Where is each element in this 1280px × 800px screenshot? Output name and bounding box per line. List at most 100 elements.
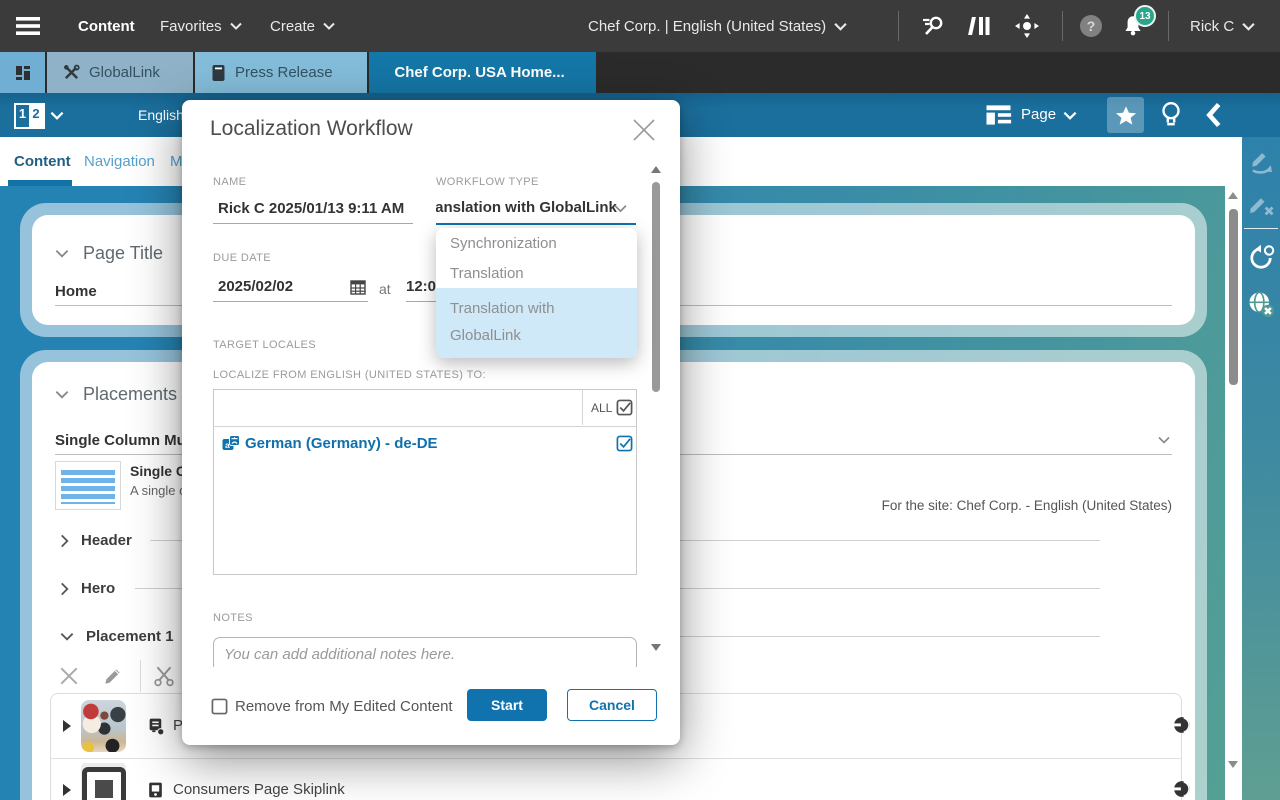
tab-navigation[interactable]: Navigation [84, 137, 155, 186]
section-placement-1[interactable]: Placement 1 [60, 628, 174, 645]
search-icon [920, 14, 946, 38]
lightbulb-icon[interactable] [1158, 100, 1184, 130]
chevron-right-icon [60, 534, 69, 548]
right-action-sidebar [1242, 137, 1280, 800]
divider [1168, 11, 1169, 41]
workflow-type-dropdown: Synchronization Translation Translation … [436, 228, 637, 358]
name-value[interactable]: Rick C 2025/01/13 9:11 AM [218, 200, 404, 217]
divider [140, 660, 141, 692]
main-scrollbar[interactable] [1225, 137, 1242, 800]
modal-close-icon[interactable] [630, 116, 658, 144]
due-date-value[interactable]: 2025/02/02 [218, 278, 293, 295]
help-icon: ? [1080, 15, 1102, 37]
scroll-down-arrow[interactable] [1228, 761, 1238, 768]
at-label: at [379, 281, 391, 297]
calendar-icon[interactable] [350, 279, 366, 295]
modal-scroll-down[interactable] [651, 644, 661, 651]
start-button[interactable]: Start [467, 689, 547, 721]
hamburger-menu-button[interactable] [16, 0, 40, 52]
chip-left: 1 [16, 105, 29, 127]
placements-section-header[interactable]: Placements [55, 384, 177, 405]
screen: Content Favorites Create Chef Corp. | En… [0, 0, 1280, 800]
edit-discard-icon[interactable] [1246, 189, 1276, 219]
tab-chef-corp-home[interactable]: Chef Corp. USA Home... [369, 52, 596, 93]
sync-icon[interactable] [1246, 243, 1276, 273]
component-label: Consumers Page Skiplink [173, 781, 345, 798]
page-title-section-header[interactable]: Page Title [55, 243, 163, 264]
translate-icon: a [222, 435, 240, 453]
layout-thumb-desc: A single c [130, 483, 186, 498]
edit-pencil-icon[interactable] [102, 665, 124, 687]
option-translation[interactable]: Translation [436, 258, 637, 288]
nav-favorites[interactable]: Favorites [160, 0, 242, 52]
dashboard-icon [14, 64, 32, 82]
layout-select-value[interactable]: Single Column Mul [55, 432, 190, 449]
workflow-type-select[interactable]: Translation with GlobalLink [436, 192, 636, 225]
option-translation-with-globallink[interactable]: Translation with GlobalLink [436, 288, 637, 358]
expand-row-icon[interactable] [63, 784, 71, 796]
site-selector[interactable]: Chef Corp. | English (United States) [588, 0, 847, 52]
due-date-label: DUE DATE [213, 252, 271, 264]
notes-textarea[interactable] [213, 637, 637, 667]
section-hero[interactable]: Hero [60, 580, 115, 597]
locale-checkbox-checked[interactable] [616, 435, 633, 452]
page-view-label[interactable]: Page [1021, 106, 1056, 123]
section-header[interactable]: Header [60, 532, 132, 549]
tab-globallink[interactable]: GlobalLink [47, 52, 193, 93]
component-thumbnail-box [81, 763, 126, 800]
modal-scrollbar-thumb[interactable] [652, 182, 660, 392]
field-underline [213, 301, 368, 302]
help-button[interactable]: ? [1080, 0, 1102, 52]
library-button[interactable] [968, 0, 992, 52]
chevron-down-icon [55, 390, 69, 399]
remove-locale-globe-icon[interactable] [1246, 289, 1276, 319]
cut-scissors-icon[interactable] [152, 664, 176, 688]
remove-checkbox-label[interactable]: Remove from My Edited Content [235, 698, 453, 715]
chevron-down-icon[interactable] [50, 111, 64, 120]
chevron-down-icon[interactable] [1158, 436, 1170, 444]
divider [582, 390, 583, 425]
locator-button[interactable] [1014, 0, 1040, 52]
chevron-down-icon [60, 632, 74, 641]
target-locales-label: TARGET LOCALES [213, 339, 316, 351]
collapse-panel-icon[interactable] [1203, 101, 1225, 129]
tab-content[interactable]: Content [14, 137, 71, 186]
expand-row-icon[interactable] [63, 720, 71, 732]
modal-scrollbar[interactable] [649, 162, 663, 672]
locale-globe-icon[interactable] [1173, 716, 1191, 734]
notes-label: NOTES [213, 612, 253, 624]
nav-content[interactable]: Content [78, 0, 135, 52]
page-title-field-value[interactable]: Home [55, 283, 97, 300]
chevron-down-icon[interactable] [1063, 111, 1077, 120]
tab-label: Press Release [235, 64, 333, 81]
component-type-icon [147, 781, 164, 800]
dashboard-tab[interactable] [0, 52, 45, 93]
edit-redo-icon[interactable] [1246, 145, 1276, 175]
due-time-value[interactable]: 12:0 [406, 278, 436, 295]
tab-press-release[interactable]: Press Release [195, 52, 367, 93]
advanced-search-button[interactable] [920, 0, 946, 52]
locales-header: ALL [214, 390, 636, 427]
tools-icon [63, 64, 80, 81]
cancel-button[interactable]: Cancel [567, 689, 657, 721]
nav-create[interactable]: Create [270, 0, 335, 52]
remove-checkbox-unchecked[interactable] [211, 698, 228, 715]
page-type-chip[interactable]: 1 2 [14, 103, 45, 129]
component-row[interactable]: Consumers Page Skiplink [51, 758, 1181, 800]
user-menu[interactable]: Rick C [1190, 0, 1255, 52]
modal-scroll-up[interactable] [651, 166, 661, 173]
locales-box: ALL a German (Germany) - de-DE [213, 389, 637, 575]
hamburger-icon [16, 16, 40, 36]
favorite-button[interactable] [1107, 97, 1144, 133]
component-type-icon [147, 717, 166, 736]
all-checkbox-checked[interactable] [616, 399, 633, 416]
scrollbar-thumb[interactable] [1229, 209, 1238, 385]
option-synchronization[interactable]: Synchronization [436, 228, 637, 258]
locale-name[interactable]: German (Germany) - de-DE [245, 435, 438, 452]
locale-globe-icon[interactable] [1173, 780, 1191, 798]
delete-icon[interactable] [58, 665, 80, 687]
scroll-up-arrow[interactable] [1228, 192, 1238, 199]
locale-row[interactable]: a German (Germany) - de-DE [214, 426, 636, 462]
layout-thumbnail[interactable] [55, 461, 121, 510]
locale-search-input[interactable] [220, 394, 574, 422]
